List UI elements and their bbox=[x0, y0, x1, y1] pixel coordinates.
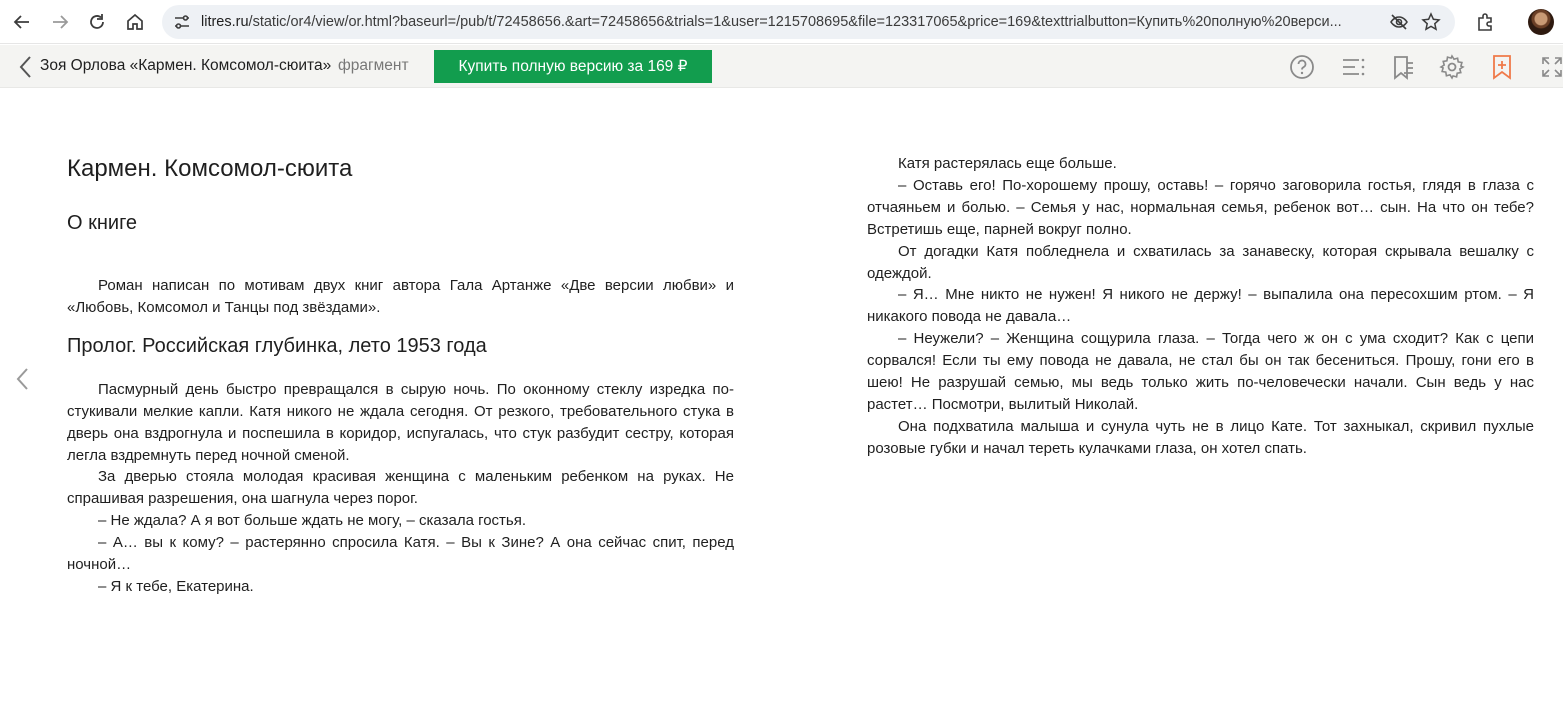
paragraph: – Оставь его! По-хорошему прошу, оставь!… bbox=[867, 176, 1534, 238]
star-icon[interactable] bbox=[1419, 10, 1443, 34]
prologue-heading: Пролог. Российская глубинка, лето 1953 г… bbox=[67, 334, 487, 357]
address-bar[interactable]: litres.ru/static/or4/view/or.html?baseur… bbox=[162, 5, 1455, 39]
fragment-label: фрагмент bbox=[338, 57, 409, 74]
paragraph: – Неужели? – Женщина сощурила глаза. – Т… bbox=[867, 330, 1534, 413]
avatar[interactable] bbox=[1528, 9, 1554, 35]
buy-full-version-button[interactable]: Купить полную версию за 169 ₽ bbox=[434, 50, 712, 83]
paragraph: За дверью стояла молодая красивая женщин… bbox=[67, 468, 734, 508]
paragraph: От догадки Катя побледнела и схватилась … bbox=[867, 242, 1534, 282]
bookmarks-list-icon[interactable] bbox=[1388, 52, 1418, 82]
book-title[interactable]: Зоя Орлова «Кармен. Комсомол-сюита» bbox=[40, 57, 331, 75]
reader-toolbar: Зоя Орлова «Кармен. Комсомол-сюита» фраг… bbox=[0, 45, 1563, 88]
paragraph: Пасмурный день быстро превращался в сыру… bbox=[67, 380, 734, 464]
about-paragraph: Роман написан по мотивам двух книг автор… bbox=[67, 277, 734, 316]
right-page: Катя растерялась еще больше. – Оставь ег… bbox=[867, 153, 1534, 460]
extensions-icon[interactable] bbox=[1469, 6, 1501, 38]
chevron-left-icon[interactable] bbox=[14, 54, 36, 80]
paragraph: Катя растерялась еще больше. bbox=[898, 155, 1117, 172]
contents-icon[interactable] bbox=[1338, 52, 1368, 82]
browser-toolbar: litres.ru/static/or4/view/or.html?baseur… bbox=[0, 0, 1563, 44]
prev-page-icon[interactable] bbox=[11, 366, 33, 392]
paragraph: – Я… Мне никто не нужен! Я никого не дер… bbox=[867, 286, 1534, 326]
site-settings-icon[interactable] bbox=[170, 10, 194, 34]
settings-icon[interactable] bbox=[1437, 52, 1467, 82]
about-heading: О книге bbox=[67, 212, 138, 234]
url-text: litres.ru/static/or4/view/or.html?baseur… bbox=[201, 5, 1381, 39]
left-page: Кармен. Комсомол-сюита О книге Роман нап… bbox=[67, 150, 734, 598]
back-arrow-icon[interactable] bbox=[6, 6, 38, 38]
paragraph: – Я к тебе, Екатерина. bbox=[98, 577, 254, 595]
home-icon[interactable] bbox=[119, 6, 151, 38]
paragraph: Она подхватила малыша и сунула чуть не в… bbox=[867, 417, 1534, 457]
url-path: /static/or4/view/or.html?baseurl=/pub/t/… bbox=[248, 14, 1342, 30]
help-icon[interactable] bbox=[1287, 52, 1317, 82]
book-heading: Кармен. Комсомол-сюита bbox=[67, 155, 353, 182]
add-bookmark-icon[interactable] bbox=[1487, 52, 1517, 82]
forward-arrow-icon[interactable] bbox=[44, 6, 76, 38]
paragraph: – Не ждала? А я вот больше ждать не могу… bbox=[98, 512, 527, 530]
url-host: litres.ru bbox=[201, 14, 249, 30]
fullscreen-icon[interactable] bbox=[1537, 52, 1563, 82]
eye-off-icon[interactable] bbox=[1387, 10, 1411, 34]
reload-icon[interactable] bbox=[81, 6, 113, 38]
paragraph: – А… вы к кому? – растерянно спросила Ка… bbox=[67, 534, 734, 574]
